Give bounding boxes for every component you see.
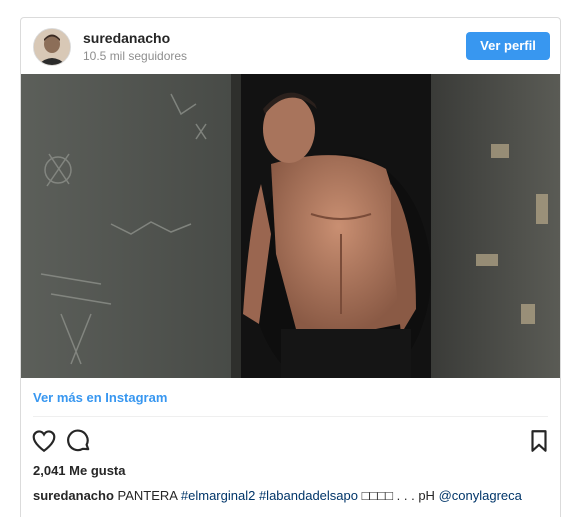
bookmark-icon[interactable] <box>526 428 552 454</box>
instagram-embed-card: suredanacho 10.5 mil seguidores Ver perf… <box>20 17 561 517</box>
view-more-on-instagram-link[interactable]: Ver más en Instagram <box>33 390 167 405</box>
avatar-image <box>34 29 70 65</box>
mention-link[interactable]: @conylagreca <box>439 488 522 503</box>
caption-text: PANTERA <box>117 488 178 503</box>
hashtag-link[interactable]: #elmarginal2 <box>181 488 255 503</box>
post-image <box>21 74 560 378</box>
like-count[interactable]: 2,041 Me gusta <box>33 463 126 478</box>
caption-text: □□□□ . . . pH <box>361 488 435 503</box>
follower-count: 10.5 mil seguidores <box>83 49 188 63</box>
caption-username[interactable]: suredanacho <box>33 488 114 503</box>
post-photo[interactable] <box>21 74 560 378</box>
hashtag-link[interactable]: #labandadelsapo <box>259 488 358 503</box>
avatar[interactable] <box>33 28 71 66</box>
heart-icon[interactable] <box>31 428 57 454</box>
view-profile-button[interactable]: Ver perfil <box>466 32 550 60</box>
post-header: suredanacho 10.5 mil seguidores Ver perf… <box>21 18 560 74</box>
comment-icon[interactable] <box>66 428 92 454</box>
post-caption: suredanacho PANTERA #elmarginal2 #laband… <box>33 488 553 503</box>
username[interactable]: suredanacho <box>83 30 170 46</box>
divider <box>33 416 548 417</box>
